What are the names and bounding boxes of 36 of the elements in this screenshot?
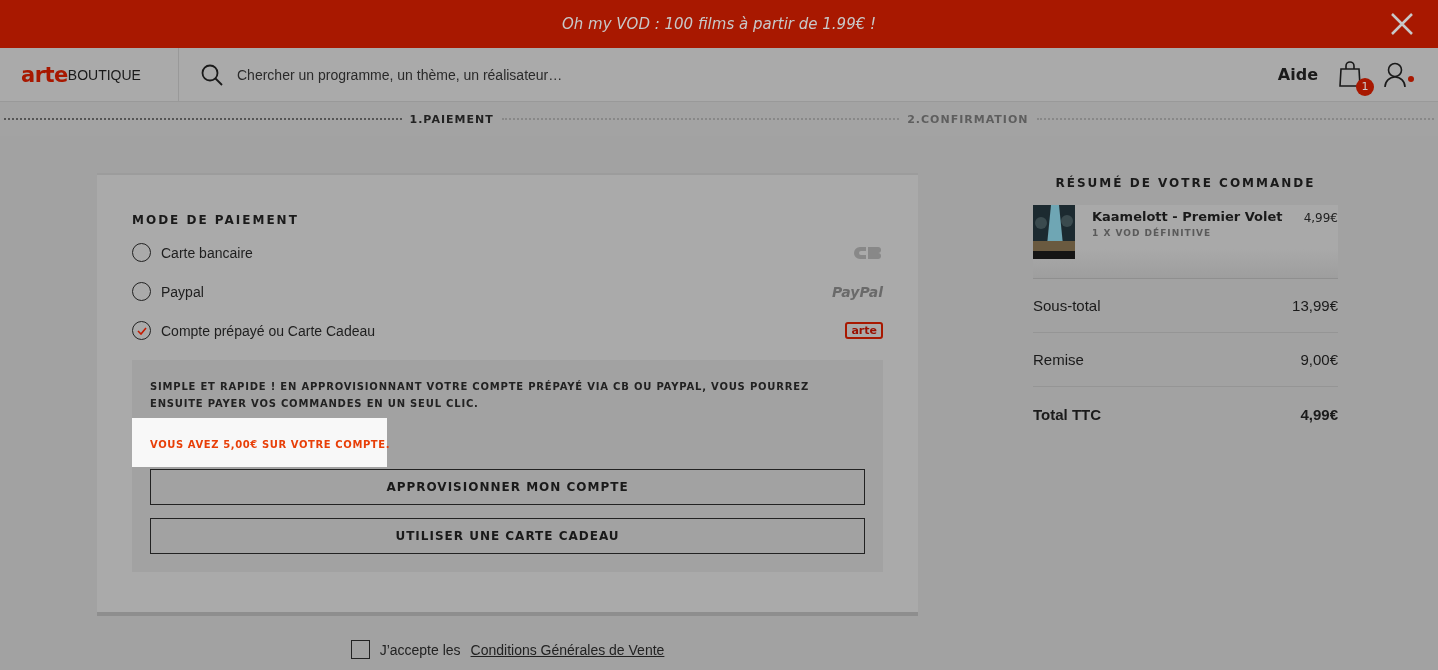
cart-count: 1 [1356,77,1374,96]
total-label: Sous-total [1033,297,1101,314]
summary-title: RÉSUMÉ DE VOTRE COMMANDE [1054,176,1317,190]
total-label: Total TTC [1033,405,1102,423]
item-name: Kaamelott - Premier Volet [1092,209,1284,224]
item-detail: 1 X VOD DÉFINITIVE [1092,228,1213,238]
total-label: Remise [1033,351,1084,368]
method-label[interactable]: Carte bancaire [161,244,853,261]
item-price: 4,99€ [1303,210,1338,227]
logo-shop[interactable]: BOUTIQUE [67,66,141,83]
card-logo-icon [853,245,883,260]
bag-icon[interactable] [1338,59,1362,88]
total-value: 4,99€ [1300,405,1338,423]
arte-logo: arte [845,322,883,339]
method-label[interactable]: Compte prépayé ou Carte Cadeau [161,322,846,339]
checkbox[interactable] [350,640,370,659]
step-label: 1.PAIEMENT [409,112,494,126]
promo-text: Oh my VOD : 100 films à partir de 1.99€ ! [561,15,877,33]
terms-text: J’accepte les [379,641,461,658]
total-value: 13,99€ [1292,297,1338,314]
terms-link[interactable]: Conditions Générales de Vente [470,641,665,658]
paypal-logo: PayPal [831,283,883,300]
check-icon [136,326,147,335]
info-text: SIMPLE ET RAPIDE ! EN APPROVISIONNANT VOTRE COMPTE PRÉPAYÉ VIA CB OU PAYPAL, VOUS POURREZ ENSUITE PAYER VOS COMMANDES EN UN SEUL CLIC. [150,379,810,411]
method-label[interactable]: Paypal [161,283,832,300]
step-label: 2.CONFIRMATION [907,112,1029,126]
user-icon[interactable] [1384,61,1414,88]
search-field[interactable]: Chercher un programme, un thème, un réalisateur… [235,65,795,84]
action-button[interactable]: APPROVISIONNER MON COMPTE [150,469,865,505]
total-value: 9,00€ [1300,351,1338,368]
help-link[interactable]: Aide [1277,65,1318,84]
action-button[interactable]: UTILISER UNE CARTE CADEAU [150,518,865,554]
close-icon[interactable] [1390,12,1414,36]
search-icon[interactable] [201,63,223,86]
balance-text: VOUS AVEZ 5,00€ SUR VOTRE COMPTE. [150,439,391,450]
section-title: MODE DE PAIEMENT [132,213,300,227]
